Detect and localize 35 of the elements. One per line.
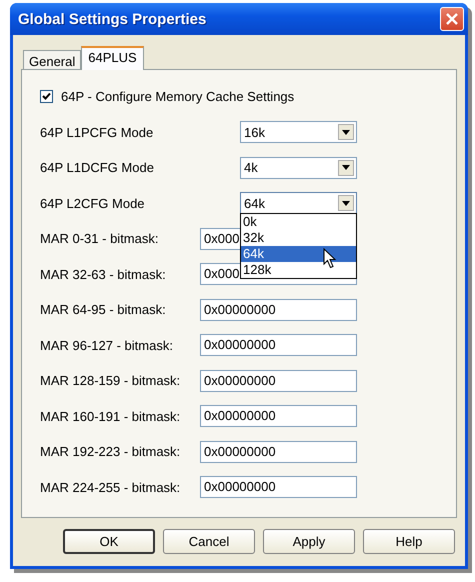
dropdown-option[interactable]: 0k [241, 214, 356, 230]
field-label: MAR 32-63 - bitmask: [40, 266, 167, 282]
input-field[interactable]: 0x00000000 [200, 405, 357, 427]
mouse-pointer-icon [323, 248, 337, 269]
dialog-button[interactable]: Apply [263, 529, 355, 554]
field-label: 64P L1PCFG Mode [40, 124, 154, 140]
dropdown-option[interactable]: 32k [241, 230, 356, 246]
field-label: MAR 160-191 - bitmask: [40, 408, 182, 424]
tab[interactable]: 64PLUS [81, 46, 144, 70]
field-label: 64P L2CFG Mode [40, 196, 146, 210]
dropdown[interactable]: 4k [240, 156, 357, 178]
input-field[interactable]: 0x00000000 [200, 476, 357, 498]
field-label: MAR 192-223 - bitmask: [40, 444, 182, 459]
field-label: MAR 128-159 - bitmask: [40, 373, 182, 388]
input-field[interactable]: 0x00000000 [200, 370, 357, 392]
close-button[interactable] [440, 7, 464, 31]
checkbox-label: 64P - Configure Memory Cache Settings [61, 88, 294, 104]
dropdown-option[interactable]: 128k [241, 262, 356, 278]
input-field[interactable]: 0x00000000 [200, 334, 357, 356]
checkbox[interactable] [40, 90, 53, 102]
field-label: MAR 224-255 - bitmask: [40, 480, 182, 494]
dialog-button[interactable]: Help [363, 529, 455, 554]
tab[interactable]: General [23, 50, 82, 70]
dropdown[interactable]: 16k [240, 121, 357, 143]
field-label: MAR 96-127 - bitmask: [40, 338, 174, 352]
field-label: MAR 64-95 - bitmask: [40, 302, 167, 317]
dialog-button[interactable]: Cancel [163, 529, 255, 554]
close-icon [446, 13, 458, 25]
window-title: Global Settings Properties [18, 10, 206, 28]
field-label: 64P L1DCFG Mode [40, 160, 155, 175]
dropdown[interactable]: 64k [240, 192, 357, 214]
input-field[interactable]: 0x00000000 [200, 440, 357, 462]
field-label: MAR 0-31 - bitmask: [40, 231, 160, 246]
dialog-button[interactable]: OK [63, 529, 155, 554]
input-field[interactable]: 0x00000000 [200, 298, 357, 320]
